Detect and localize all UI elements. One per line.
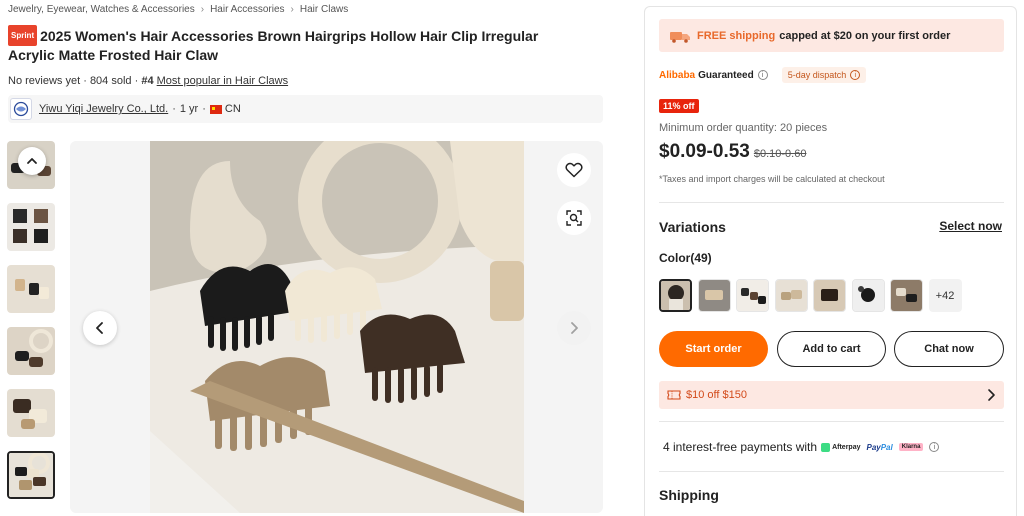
delivery-truck-icon (670, 31, 690, 43)
thumbnail[interactable] (7, 265, 55, 313)
supplier-name[interactable]: Yiwu Yiqi Jewelry Co., Ltd. (39, 103, 168, 115)
supplier-bar: Yiwu Yiqi Jewelry Co., Ltd. · 1 yr · CN (8, 95, 603, 123)
paypal-logo: PayPal (866, 443, 892, 452)
meta-dot: · (172, 103, 176, 115)
color-swatch[interactable] (736, 279, 769, 312)
supplier-years: 1 yr (179, 103, 199, 115)
divider (659, 421, 1004, 422)
coupon-ticket-icon (667, 390, 681, 400)
image-search-button[interactable] (557, 201, 591, 235)
thumbnail-scroll-up-button[interactable] (18, 147, 46, 175)
favorite-button[interactable] (557, 153, 591, 187)
dispatch-badge: 5-day dispatch i (781, 67, 867, 83)
breadcrumb: Jewelry, Eyewear, Watches & Accessories … (8, 4, 348, 15)
breadcrumb-item[interactable]: Hair Accessories (210, 4, 284, 15)
meta-dot: · (83, 75, 87, 87)
supplier-logo-icon[interactable] (10, 98, 32, 120)
tax-note: *Taxes and import charges will be calcul… (659, 174, 885, 184)
sprint-badge: Sprint (8, 25, 38, 46)
product-meta: No reviews yet · 804 sold · #4 Most popu… (8, 75, 288, 87)
shipping-section-title: Shipping (659, 487, 719, 503)
thumbnail-strip (7, 141, 55, 513)
minimum-order-quantity: Minimum order quantity: 20 pieces (659, 122, 828, 134)
color-label: Color(49) (659, 251, 712, 265)
price-row: $0.09-0.53 $0.10-0.60 (659, 141, 806, 163)
paypal-text-b: Pal (880, 442, 893, 452)
coupon-text: $10 off $150 (686, 389, 747, 401)
color-swatch[interactable] (851, 279, 885, 312)
supplier-country: CN (224, 103, 241, 115)
afterpay-logo: Afterpay (821, 442, 861, 452)
thumbnail-active[interactable] (7, 451, 55, 499)
image-prev-button[interactable] (83, 311, 117, 345)
color-swatch[interactable] (659, 279, 692, 312)
china-flag-icon (209, 104, 222, 114)
add-to-cart-button[interactable]: Add to cart (777, 331, 886, 367)
guaranteed-text: Guaranteed (698, 69, 754, 81)
chat-now-button[interactable]: Chat now (894, 331, 1004, 367)
breadcrumb-separator: › (290, 4, 294, 15)
breadcrumb-item[interactable]: Jewelry, Eyewear, Watches & Accessories (8, 4, 195, 15)
coupon-banner[interactable]: $10 off $150 (659, 381, 1004, 409)
product-title: Sprint 2025 Women's Hair Accessories Brow… (8, 25, 588, 65)
divider (659, 202, 1004, 203)
color-swatch[interactable] (813, 279, 846, 312)
afterpay-icon (821, 442, 831, 452)
installments-text: 4 interest-free payments with (663, 440, 818, 454)
rank-number: #4 (141, 75, 154, 87)
klarna-logo: Klarna (898, 443, 924, 451)
select-now-link[interactable]: Select now (939, 219, 1002, 233)
divider (659, 471, 1004, 472)
breadcrumb-separator: › (200, 4, 205, 15)
afterpay-text: Afterpay (832, 443, 861, 451)
paypal-text-a: Pay (866, 442, 881, 452)
shipping-promo-banner: FREE shipping capped at $20 on your firs… (659, 19, 1004, 52)
start-order-button[interactable]: Start order (659, 331, 768, 367)
product-photo (150, 141, 524, 513)
discount-badge: 11% off (659, 99, 699, 113)
rank-link[interactable]: Most popular in Hair Claws (157, 75, 288, 87)
main-image-viewer (70, 141, 603, 513)
thumbnail[interactable] (7, 389, 55, 437)
variations-title: Variations (659, 219, 726, 235)
image-search-icon (566, 210, 582, 226)
dispatch-text: 5-day dispatch (787, 70, 847, 80)
payment-options: 4 interest-free payments with Afterpay P… (663, 440, 940, 454)
color-swatch[interactable] (697, 279, 731, 312)
shipping-cap-text: capped at $20 on your first order (779, 29, 951, 42)
alibaba-brand-text: Alibaba (659, 69, 696, 81)
reviews-text: No reviews yet (8, 75, 81, 87)
free-shipping-text: FREE shipping (697, 29, 776, 42)
color-swatches: +42 (659, 279, 962, 312)
purchase-panel: FREE shipping capped at $20 on your firs… (644, 6, 1017, 516)
chevron-left-icon (96, 322, 103, 334)
price-range: $0.09-0.53 (659, 141, 750, 162)
chevron-up-icon (27, 158, 37, 164)
meta-dot: · (202, 103, 206, 115)
thumbnail[interactable] (7, 327, 55, 375)
chevron-right-icon (988, 389, 995, 401)
meta-dot: · (134, 75, 139, 87)
color-swatch[interactable] (774, 279, 808, 312)
more-colors-button[interactable]: +42 (928, 279, 962, 312)
sold-count: 804 sold (89, 75, 132, 87)
chevron-right-icon (571, 322, 578, 334)
heart-icon (565, 162, 583, 178)
image-next-button[interactable] (557, 311, 591, 345)
info-icon[interactable]: i (929, 442, 940, 452)
guarantee-row: Alibaba Guaranteed i 5-day dispatch i (659, 67, 867, 83)
original-price: $0.10-0.60 (753, 148, 807, 160)
breadcrumb-item[interactable]: Hair Claws (300, 4, 348, 15)
info-icon[interactable]: i (850, 70, 861, 80)
product-title-text: 2025 Women's Hair Accessories Brown Hair… (8, 28, 539, 63)
info-icon[interactable]: i (757, 70, 768, 80)
color-swatch[interactable] (890, 279, 923, 312)
thumbnail[interactable] (7, 203, 55, 251)
